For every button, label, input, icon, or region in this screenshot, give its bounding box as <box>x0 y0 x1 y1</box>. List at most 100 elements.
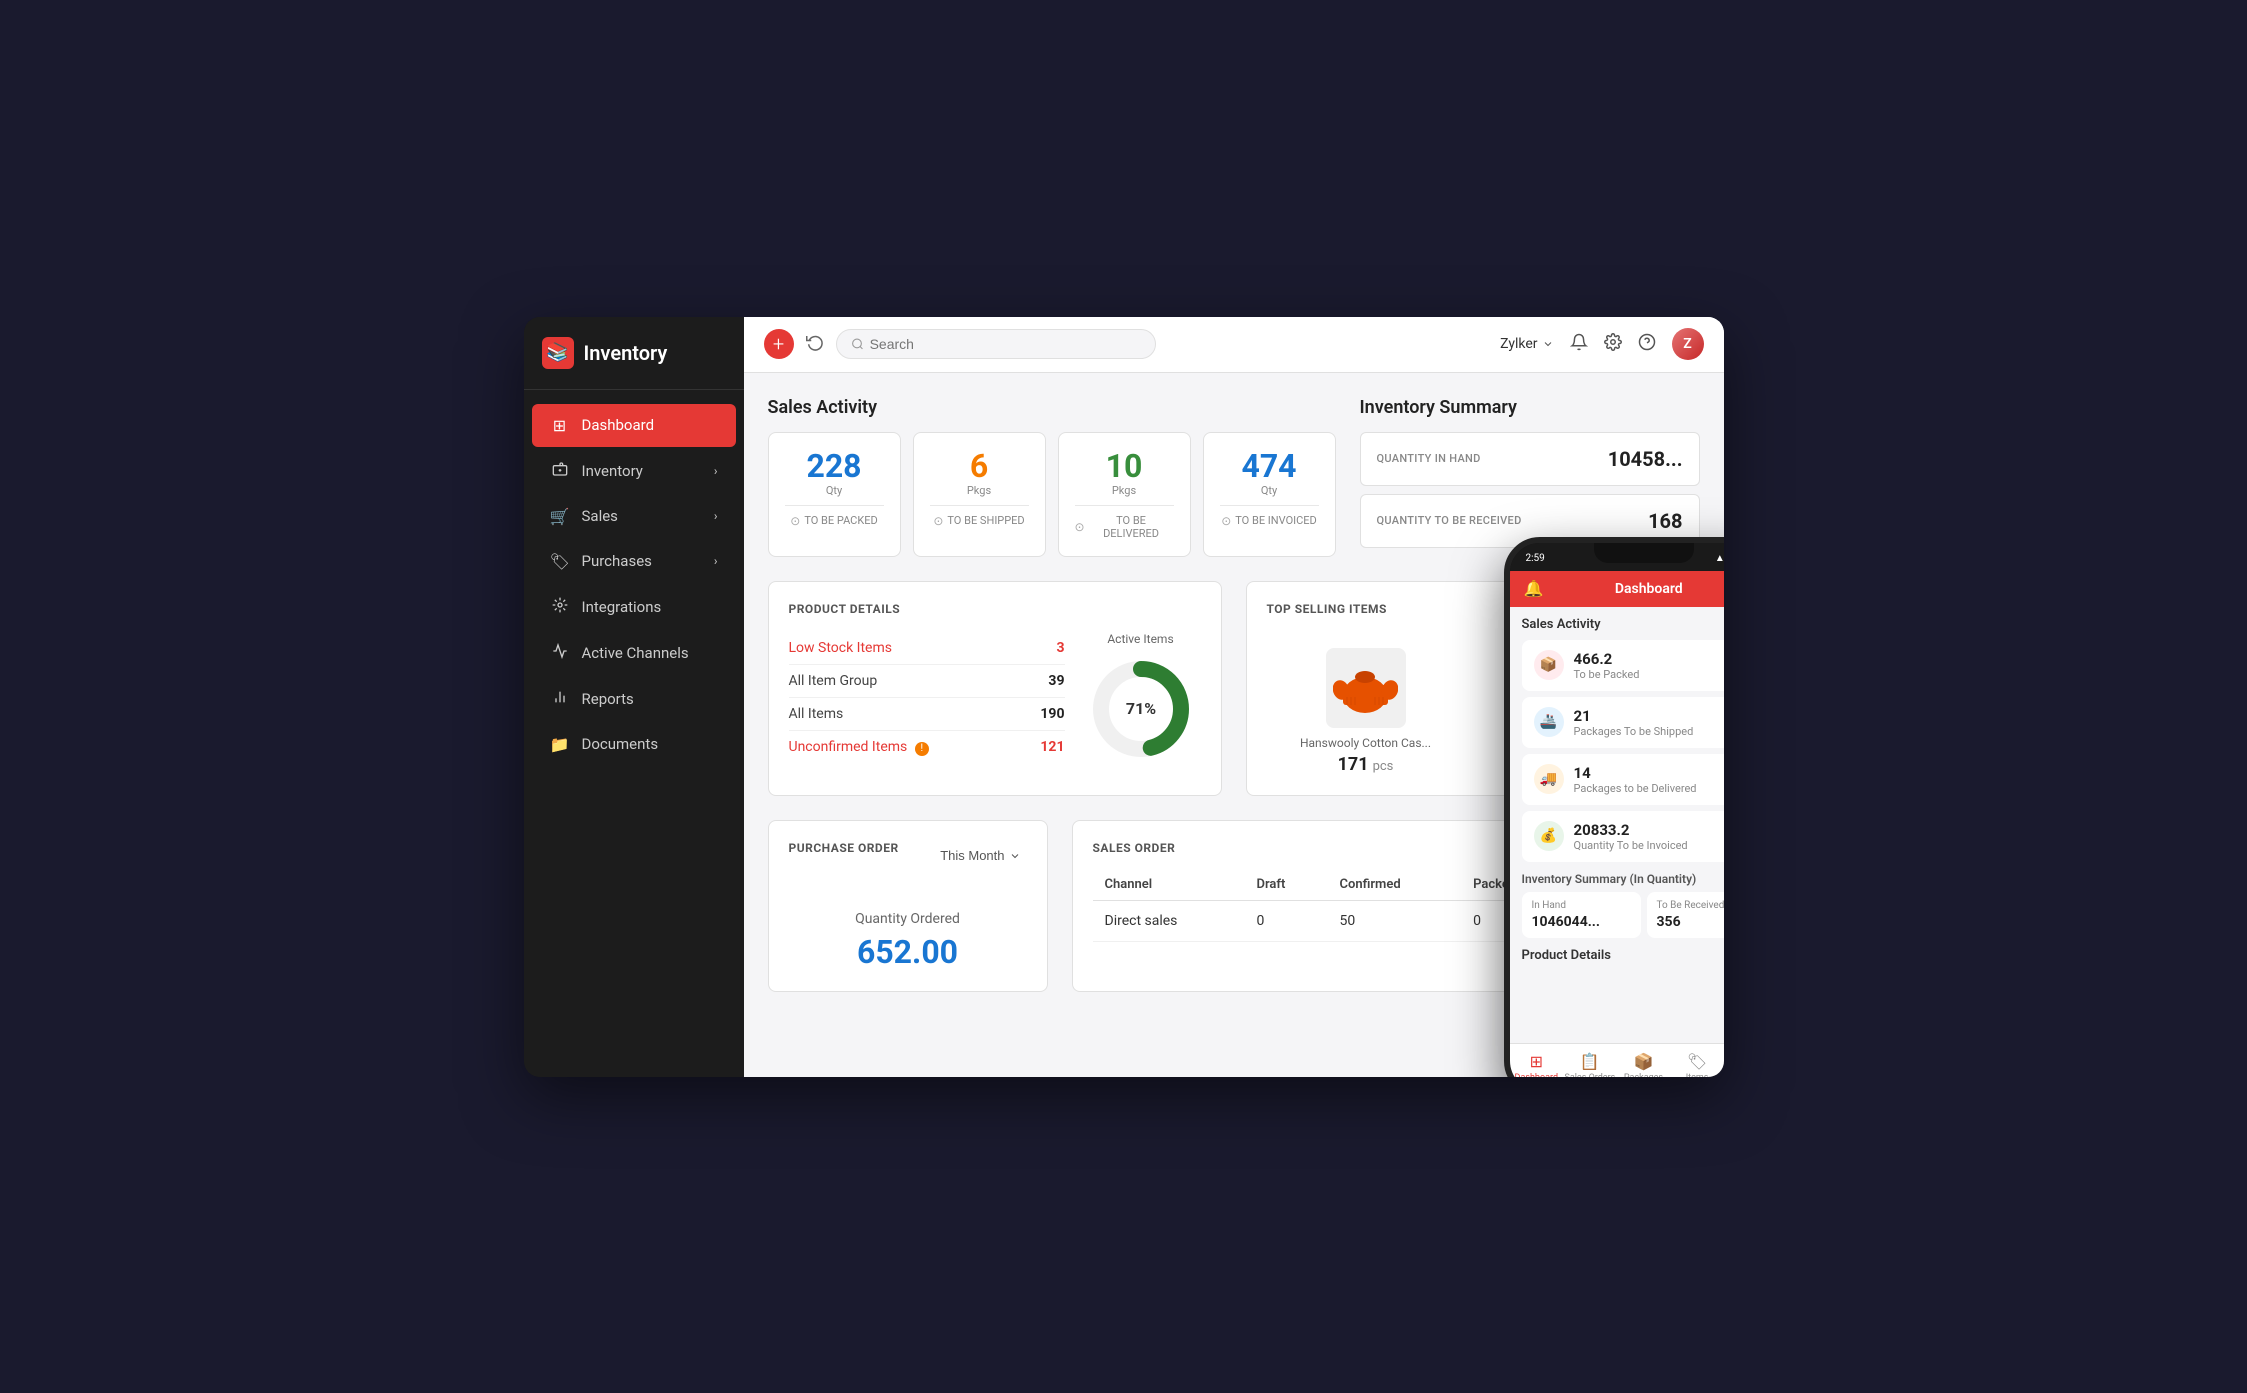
sidebar-label-documents: Documents <box>582 735 659 753</box>
packed-value: 228 <box>785 449 884 484</box>
selling-item-hanswooly[interactable]: Hanswooly Cotton Cas... 171 pcs <box>1267 648 1465 775</box>
phone-nav-sales-label: Sales Orders <box>1565 1073 1616 1077</box>
hanswooly-qty-row: 171 pcs <box>1267 754 1465 775</box>
phone-to-receive-value: 356 <box>1657 914 1724 930</box>
product-details-title: PRODUCT DETAILS <box>789 602 1201 616</box>
all-items-row[interactable]: All Items 190 <box>789 698 1065 731</box>
topbar: + Zylker <box>744 317 1724 373</box>
phone-activity-shipped[interactable]: 🚢 21 Packages To be Shipped › <box>1522 697 1724 748</box>
card-to-be-delivered[interactable]: 10 Pkgs ⊙ TO BE DELIVERED <box>1058 432 1191 557</box>
sidebar-label-sales: Sales <box>582 507 618 525</box>
phone-to-receive-box[interactable]: To Be Received 356 <box>1647 892 1724 938</box>
all-items-label: All Items <box>789 706 844 722</box>
sidebar-item-sales[interactable]: 🛒 Sales › <box>532 495 736 538</box>
phone-product-details-title: Product Details <box>1522 948 1724 963</box>
phone-nav-items-icon: 🏷 <box>1687 1052 1707 1071</box>
card-to-be-invoiced[interactable]: 474 Qty ⊙ TO BE INVOICED <box>1203 432 1336 557</box>
phone-nav-dashboard[interactable]: ⊞ Dashboard <box>1510 1052 1564 1077</box>
po-quantity-section: Quantity Ordered 652.00 <box>789 911 1027 971</box>
phone-activity-delivered[interactable]: 🚚 14 Packages to be Delivered › <box>1522 754 1724 805</box>
org-selector[interactable]: Zylker <box>1500 336 1553 352</box>
phone-packed-icon: 📦 <box>1534 650 1564 680</box>
sidebar-item-integrations[interactable]: Integrations <box>532 585 736 629</box>
so-channel: Direct sales <box>1093 900 1245 941</box>
sales-activity-section: Sales Activity 228 Qty ⊙ TO BE PACKED <box>768 397 1336 557</box>
sidebar-label-integrations: Integrations <box>582 598 662 616</box>
invoiced-footer: ⊙ TO BE INVOICED <box>1220 505 1319 528</box>
sidebar-label-reports: Reports <box>582 690 634 708</box>
sidebar-item-documents[interactable]: 📁 Documents <box>532 723 736 766</box>
unconfirmed-items-row[interactable]: Unconfirmed Items ! 121 <box>789 731 1065 764</box>
phone-activity-invoiced[interactable]: 💰 20833.2 Quantity To be Invoiced › <box>1522 811 1724 862</box>
add-button[interactable]: + <box>764 329 794 359</box>
invoiced-value: 474 <box>1220 449 1319 484</box>
sidebar-item-purchases[interactable]: 🏷 Purchases › <box>532 540 736 583</box>
qty-to-receive-label: QUANTITY TO BE RECEIVED <box>1377 514 1522 527</box>
sidebar-item-dashboard[interactable]: ⊞ Dashboard <box>532 404 736 447</box>
phone-in-hand-box[interactable]: In Hand 1046044... <box>1522 892 1641 938</box>
phone-delivered-icon: 🚚 <box>1534 764 1564 794</box>
qty-in-hand-value: 10458... <box>1608 447 1683 471</box>
product-stats: Low Stock Items 3 All Item Group 39 All … <box>789 632 1065 764</box>
avatar[interactable]: Z <box>1672 328 1704 360</box>
sidebar: 📚 Inventory ⊞ Dashboard Inventory › <box>524 317 744 1077</box>
phone-invoiced-info: 20833.2 Quantity To be Invoiced <box>1574 821 1724 852</box>
donut-chart: Active Items 71% <box>1081 632 1201 764</box>
sidebar-item-active-channels[interactable]: Active Channels <box>532 631 736 675</box>
phone-nav-items[interactable]: 🏷 Items <box>1670 1052 1723 1077</box>
phone-to-receive-label: To Be Received <box>1657 900 1724 911</box>
hanswooly-qty: 171 <box>1338 754 1369 775</box>
sidebar-item-inventory[interactable]: Inventory › <box>532 449 736 493</box>
notifications-button[interactable] <box>1570 333 1588 356</box>
phone-activity-packed[interactable]: 📦 466.2 To be Packed › <box>1522 640 1724 691</box>
card-to-be-shipped[interactable]: 6 Pkgs ⊙ TO BE SHIPPED <box>913 432 1046 557</box>
phone-nav-packages[interactable]: 📦 Packages <box>1617 1052 1671 1077</box>
orange-sweater-svg <box>1333 655 1398 720</box>
shipped-value: 6 <box>930 449 1029 484</box>
documents-icon: 📁 <box>550 735 570 754</box>
phone-invoiced-label: Quantity To be Invoiced <box>1574 839 1724 852</box>
sidebar-logo: 📚 Inventory <box>524 317 744 390</box>
top-selling-title: TOP SELLING ITEMS <box>1267 602 1387 616</box>
phone-bell-icon: 🔔 <box>1524 579 1544 598</box>
low-stock-row[interactable]: Low Stock Items 3 <box>789 632 1065 665</box>
phone-inv-summary-title: Inventory Summary (In Quantity) <box>1522 872 1724 886</box>
phone-shipped-info: 21 Packages To be Shipped <box>1574 707 1724 738</box>
phone-nav-dashboard-label: Dashboard <box>1515 1073 1559 1077</box>
all-items-value: 190 <box>1040 706 1064 722</box>
phone-shipped-value: 21 <box>1574 707 1724 725</box>
low-stock-value: 3 <box>1056 640 1064 656</box>
so-draft: 0 <box>1245 900 1328 941</box>
phone-body: Sales Activity 📦 466.2 To be Packed › 🚢 … <box>1510 607 1724 1043</box>
search-input[interactable] <box>870 336 1141 352</box>
phone-nav-sales-orders[interactable]: 📋 Sales Orders <box>1563 1052 1617 1077</box>
card-to-be-packed[interactable]: 228 Qty ⊙ TO BE PACKED <box>768 432 901 557</box>
donut-label: Active Items <box>1081 632 1201 646</box>
phone-signal-icons: ▲ WiFi 🔋 <box>1715 553 1724 564</box>
sidebar-item-reports[interactable]: Reports <box>532 677 736 721</box>
search-box[interactable] <box>836 329 1156 359</box>
integrations-icon <box>550 597 570 617</box>
phone-nav-items-label: Items <box>1686 1073 1709 1077</box>
donut-svg: 71% <box>1086 654 1196 764</box>
history-button[interactable] <box>806 333 824 356</box>
phone-invoiced-value: 20833.2 <box>1574 821 1724 839</box>
all-item-group-row[interactable]: All Item Group 39 <box>789 665 1065 698</box>
col-confirmed: Confirmed <box>1327 869 1461 901</box>
all-item-group-value: 39 <box>1048 673 1064 689</box>
po-filter-button[interactable]: This Month <box>934 846 1026 865</box>
inventory-summary-title: Inventory Summary <box>1360 397 1700 418</box>
phone-bottom-nav: ⊞ Dashboard 📋 Sales Orders 📦 Packages 🏷 … <box>1510 1043 1724 1077</box>
qty-in-hand-card[interactable]: QUANTITY IN HAND 10458... <box>1360 432 1700 486</box>
po-title: PURCHASE ORDER <box>789 841 899 855</box>
inventory-icon <box>550 461 570 481</box>
phone-nav-sales-icon: 📋 <box>1580 1052 1600 1071</box>
invoiced-unit: Qty <box>1220 484 1319 497</box>
purchases-icon: 🏷 <box>550 552 570 571</box>
settings-button[interactable] <box>1604 333 1622 356</box>
channels-icon <box>550 643 570 663</box>
help-button[interactable] <box>1638 333 1656 356</box>
phone-header: 🔔 Dashboard ≡ <box>1510 571 1724 607</box>
phone-notch <box>1594 543 1694 563</box>
dashboard-icon: ⊞ <box>550 416 570 435</box>
